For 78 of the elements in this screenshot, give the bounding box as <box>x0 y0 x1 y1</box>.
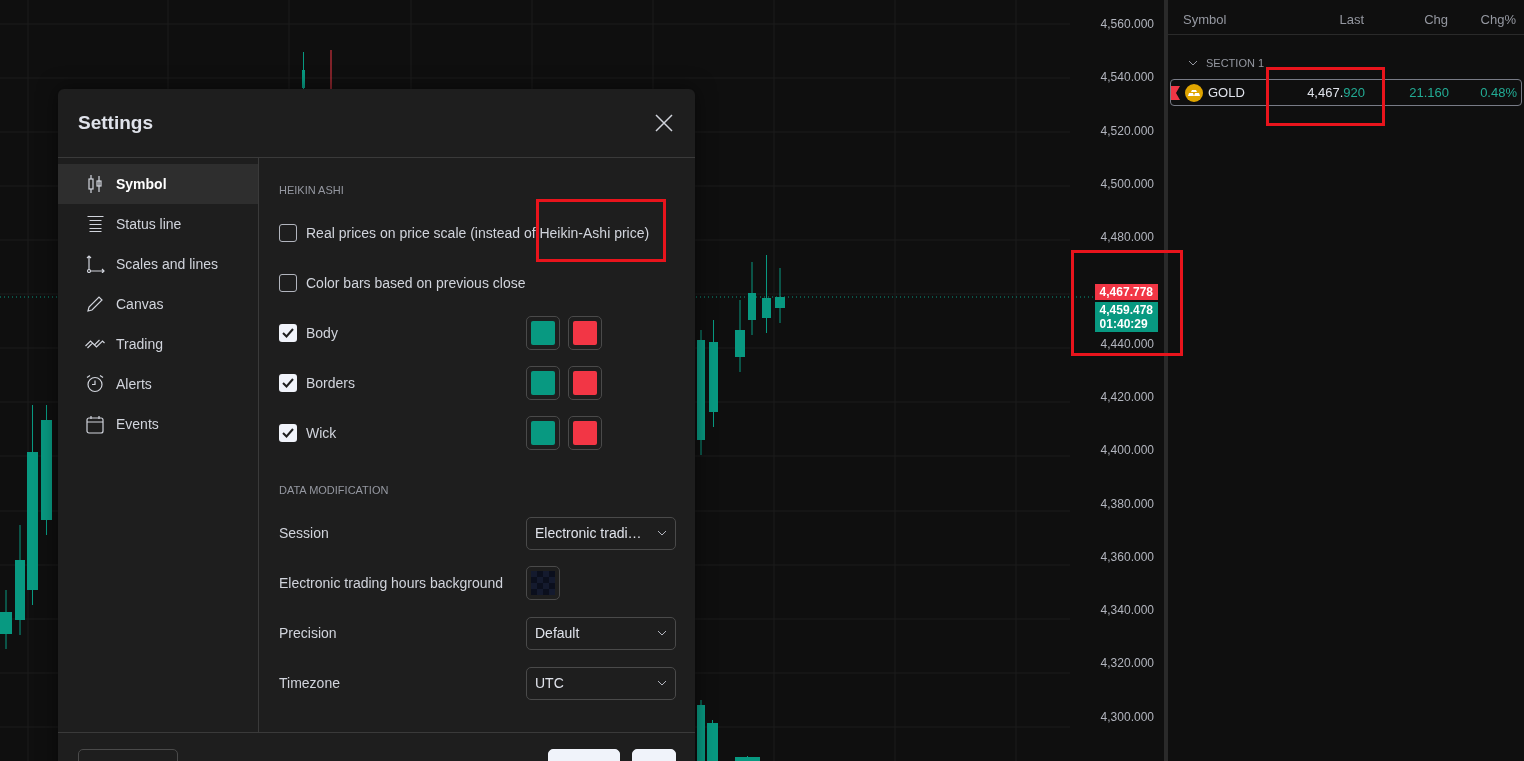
alarm-icon <box>86 375 104 393</box>
section-heading: HEIKIN ASHI <box>279 183 345 198</box>
price-label: 4,300.000 <box>1100 708 1154 726</box>
nav-item[interactable]: Symbol <box>58 164 258 204</box>
price-label: 4,500.000 <box>1100 175 1154 193</box>
checkbox[interactable] <box>279 324 297 342</box>
option-label: Real prices on price scale (instead of Heikin-Ashi price) <box>306 225 650 241</box>
price-tag: 4,467.778 <box>1094 284 1158 301</box>
axes-icon <box>85 255 105 273</box>
checkbox[interactable] <box>279 274 297 292</box>
candle <box>707 719 718 761</box>
trading-icon <box>85 339 105 349</box>
close-icon[interactable] <box>655 114 673 132</box>
field-label: Electronic trading hours background <box>279 575 504 591</box>
nav-item[interactable]: Canvas <box>58 284 258 324</box>
price-label: 4,360.000 <box>1100 548 1154 566</box>
checkbox[interactable] <box>279 224 297 242</box>
price-label: 4,440.000 <box>1100 335 1154 353</box>
checkbox[interactable] <box>279 374 297 392</box>
option-label: Color bars based on previous close <box>306 275 526 291</box>
price-label: 4,420.000 <box>1100 388 1154 406</box>
calendar-icon <box>86 414 104 434</box>
flag-icon <box>1171 85 1180 100</box>
candles-icon <box>88 174 102 194</box>
section-heading: DATA MODIFICATION <box>279 483 390 498</box>
pencil-icon <box>87 296 103 312</box>
dropdown[interactable]: UTC <box>526 666 676 700</box>
section-title: SECTION 1 <box>1206 57 1265 69</box>
price-label: 4,540.000 <box>1100 69 1154 87</box>
watchlist-row[interactable]: GOLD 4,467.920 21.160 0.48% <box>1170 79 1522 106</box>
checkbox[interactable] <box>279 424 297 442</box>
lines-icon <box>86 216 104 232</box>
color-swatch[interactable] <box>526 416 560 450</box>
dropdown[interactable]: Default <box>526 616 676 650</box>
field-label: Precision <box>279 625 337 641</box>
option-label: Borders <box>306 375 356 391</box>
chevron-down-icon <box>657 530 667 536</box>
symbol-name: GOLD <box>1208 85 1245 100</box>
chevron-down-icon <box>657 680 667 686</box>
color-swatch[interactable] <box>568 366 602 400</box>
price-label: 4,480.000 <box>1100 229 1154 247</box>
dialog-title: Settings <box>78 112 153 134</box>
column-header[interactable]: Chg% <box>1448 12 1516 34</box>
field-label: Timezone <box>279 675 340 691</box>
price-label: 4,380.000 <box>1100 495 1154 513</box>
price-label: 4,320.000 <box>1100 655 1154 673</box>
option-label: Wick <box>306 425 337 441</box>
price-label: 4,520.000 <box>1100 122 1154 140</box>
color-swatch[interactable] <box>568 316 602 350</box>
pattern-swatch[interactable] <box>526 566 560 600</box>
last-price: 4,467.920 <box>1306 85 1365 100</box>
color-swatch[interactable] <box>568 416 602 450</box>
candle <box>775 267 785 324</box>
color-swatch[interactable] <box>526 366 560 400</box>
column-header[interactable]: Symbol <box>1183 12 1268 34</box>
nav-item[interactable]: Status line <box>58 204 258 244</box>
column-header[interactable]: Chg <box>1364 12 1448 34</box>
percent-change: 0.48% <box>1479 85 1517 100</box>
nav-item[interactable]: Scales and lines <box>58 244 258 284</box>
price-label: 4,340.000 <box>1100 602 1154 620</box>
candle <box>0 589 12 650</box>
price-tag: 4,459.478 01:40:29 <box>1094 302 1158 333</box>
price-label: 4,400.000 <box>1100 442 1154 460</box>
price-label: 4,560.000 <box>1100 16 1154 33</box>
chevron-down-icon <box>657 630 667 636</box>
color-swatch[interactable] <box>526 316 560 350</box>
field-label: Session <box>279 525 329 541</box>
nav-item[interactable]: Alerts <box>58 364 258 404</box>
column-header[interactable]: Last <box>1268 12 1364 34</box>
dropdown[interactable]: Electronic tradi… <box>526 516 676 550</box>
nav-item[interactable]: Events <box>58 404 258 444</box>
candle <box>697 699 705 761</box>
option-label: Body <box>306 325 338 341</box>
chevron-icon[interactable] <box>1188 60 1198 66</box>
candle <box>735 755 760 761</box>
coin-icon <box>1185 83 1203 102</box>
nav-item[interactable]: Trading <box>58 324 258 364</box>
price-change: 21.160 <box>1408 85 1449 100</box>
